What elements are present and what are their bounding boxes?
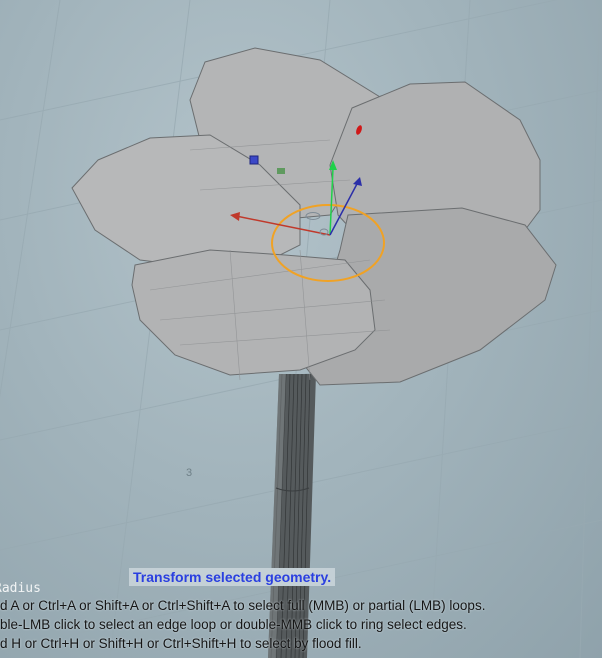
- 3d-viewport[interactable]: 3 adius Transform selected geometry. d A…: [0, 0, 602, 658]
- xy-plane-handle[interactable]: [277, 168, 285, 174]
- hint-line-edge-loop: ble-LMB click to select an edge loop or …: [0, 617, 467, 632]
- svg-text:3: 3: [186, 467, 192, 479]
- flower-stem[interactable]: [268, 373, 316, 658]
- hint-line-flood-fill: d H or Ctrl+H or Shift+H or Ctrl+Shift+H…: [0, 636, 362, 651]
- grid-number-label: 3: [186, 467, 192, 479]
- petal-front-left: [131, 249, 376, 376]
- radius-label: Radius: [0, 581, 41, 596]
- xz-plane-handle[interactable]: [249, 155, 259, 165]
- operation-title: Transform selected geometry.: [129, 568, 336, 586]
- scene-canvas[interactable]: 3: [0, 0, 602, 658]
- hint-line-loops: d A or Ctrl+A or Shift+A or Ctrl+Shift+A…: [0, 598, 486, 613]
- flower-petals[interactable]: [71, 47, 557, 386]
